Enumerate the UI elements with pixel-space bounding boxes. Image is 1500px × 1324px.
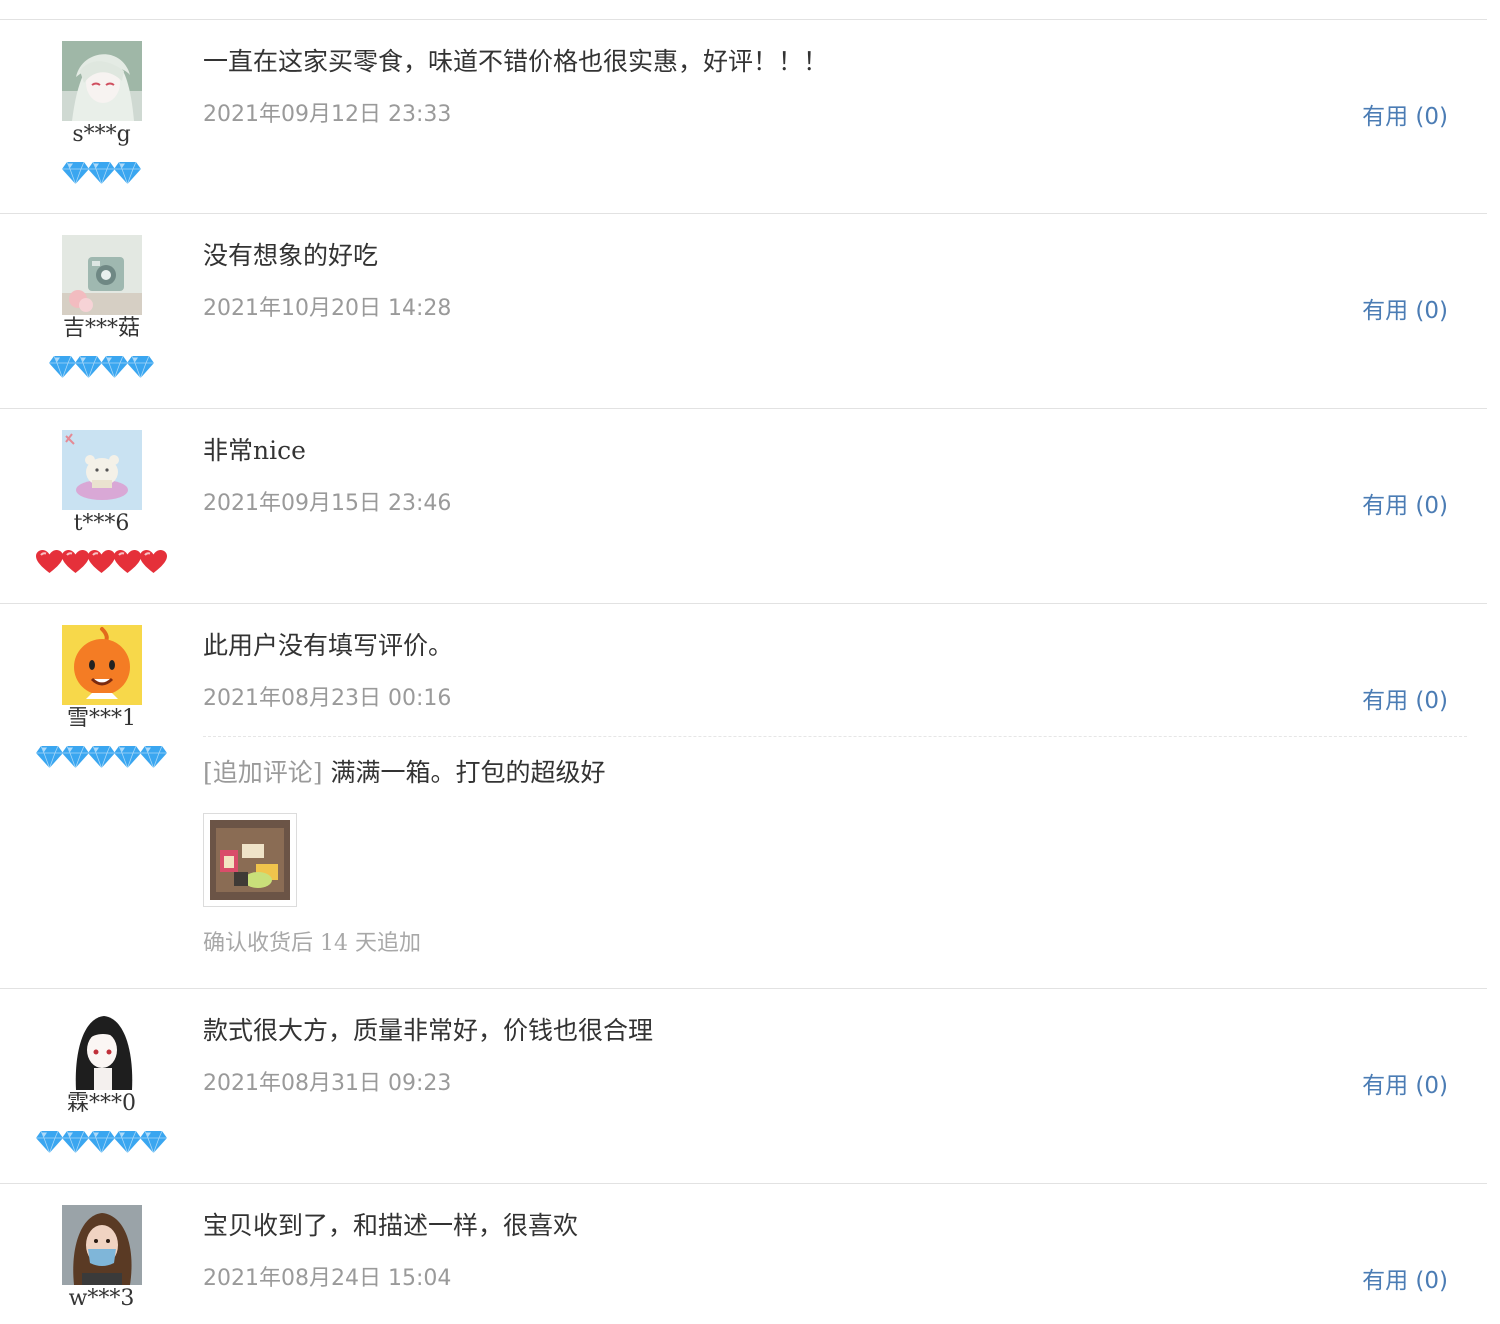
append-divider: [203, 736, 1467, 737]
review-date: 2021年10月20日 14:28: [203, 296, 452, 321]
diamond-icon: [88, 745, 115, 769]
review-text: 宝贝收到了，和描述一样，很喜欢: [203, 1211, 579, 1240]
avatar-image-icon: [62, 430, 142, 510]
diamond-icon: [88, 1130, 115, 1154]
avatar-image-icon: [62, 625, 142, 705]
diamond-icon: [140, 1130, 167, 1154]
review-text: 一直在这家买零食，味道不错价格也很实惠，好评！！！: [203, 47, 829, 76]
review-content: 一直在这家买零食，味道不错价格也很实惠，好评！！！ 2021年09月12日 23…: [203, 44, 1447, 130]
useful-button[interactable]: 有用 (0): [1362, 295, 1448, 327]
user-level-badges: [0, 549, 203, 575]
review-date: 2021年08月31日 09:23: [203, 1071, 452, 1096]
diamond-icon: [49, 355, 76, 379]
diamond-icon: [114, 161, 141, 185]
review-item: t***6 非常nice 2021年09月15日 23:46 有用 (0): [0, 409, 1487, 604]
avatar-image-icon: [62, 41, 142, 121]
user-avatar[interactable]: [62, 1205, 142, 1285]
username: t***6: [73, 511, 130, 536]
review-date: 2021年09月12日 23:33: [203, 102, 452, 127]
review-date: 2021年08月23日 00:16: [203, 686, 452, 711]
review-text: 款式很大方，质量非常好，价钱也很合理: [203, 1016, 654, 1045]
diamond-icon: [101, 355, 128, 379]
diamond-icon: [75, 355, 102, 379]
append-note: 确认收货后 14 天追加: [203, 931, 421, 956]
review-text: 此用户没有填写评价。: [203, 631, 454, 660]
diamond-icon: [114, 1130, 141, 1154]
photo-image-icon: [210, 820, 290, 900]
appended-review: [追加评论] 满满一箱。打包的超级好: [203, 755, 1447, 791]
useful-button[interactable]: 有用 (0): [1362, 685, 1448, 717]
review-item: 雪***1 此用户没有填写评价。 2021年08月23日 00:16 [追加评论…: [0, 604, 1487, 989]
avatar-image-icon: [62, 1010, 142, 1090]
user-avatar[interactable]: [62, 625, 142, 705]
review-photo-thumbnail[interactable]: [203, 813, 297, 907]
diamond-icon: [62, 1130, 89, 1154]
avatar-image-icon: [62, 1205, 142, 1285]
heart-icon: [140, 550, 167, 573]
useful-button[interactable]: 有用 (0): [1362, 101, 1448, 133]
review-text: 非常nice: [203, 436, 306, 465]
review-text: 没有想象的好吃: [203, 241, 379, 270]
useful-button[interactable]: 有用 (0): [1362, 1070, 1448, 1102]
diamond-icon: [36, 745, 63, 769]
diamond-icon: [88, 161, 115, 185]
user-level-badges: [0, 744, 203, 770]
review-item: 吉***菇 没有想象的好吃 2021年10月20日 14:28 有用 (0): [0, 214, 1487, 409]
user-avatar[interactable]: [62, 41, 142, 121]
username: 雪***1: [67, 706, 136, 731]
review-date: 2021年09月15日 23:46: [203, 491, 452, 516]
review-content: 没有想象的好吃 2021年10月20日 14:28: [203, 238, 1447, 324]
review-date: 2021年08月24日 15:04: [203, 1266, 452, 1291]
user-avatar[interactable]: [62, 430, 142, 510]
diamond-icon: [62, 745, 89, 769]
diamond-icon: [127, 355, 154, 379]
avatar-image-icon: [62, 235, 142, 315]
useful-button[interactable]: 有用 (0): [1362, 1265, 1448, 1297]
review-list: s***g 一直在这家买零食，味道不错价格也很实惠，好评！！！ 2021年09月…: [0, 19, 1487, 1324]
review-content: 款式很大方，质量非常好，价钱也很合理 2021年08月31日 09:23: [203, 1013, 1447, 1099]
useful-button[interactable]: 有用 (0): [1362, 490, 1448, 522]
review-content: 此用户没有填写评价。 2021年08月23日 00:16 [追加评论] 满满一箱…: [203, 628, 1467, 959]
diamond-icon: [62, 161, 89, 185]
diamond-icon: [140, 745, 167, 769]
user-level-badges: [0, 354, 203, 380]
review-item: s***g 一直在这家买零食，味道不错价格也很实惠，好评！！！ 2021年09月…: [0, 20, 1487, 214]
review-content: 宝贝收到了，和描述一样，很喜欢 2021年08月24日 15:04: [203, 1208, 1447, 1294]
heart-icon: [88, 550, 115, 573]
username: 霖***0: [67, 1091, 136, 1116]
review-content: 非常nice 2021年09月15日 23:46: [203, 433, 1447, 519]
heart-icon: [62, 550, 89, 573]
username: 吉***菇: [62, 316, 140, 341]
review-item: 霖***0 款式很大方，质量非常好，价钱也很合理 2021年08月31日 09:…: [0, 989, 1487, 1184]
diamond-icon: [114, 745, 141, 769]
diamond-icon: [36, 1130, 63, 1154]
appended-review-text: 满满一箱。打包的超级好: [322, 758, 606, 787]
user-level-badges: [0, 160, 203, 186]
review-item: w***3 宝贝收到了，和描述一样，很喜欢 2021年08月24日 15:04 …: [0, 1184, 1487, 1324]
username: w***3: [68, 1286, 135, 1311]
append-tag: [追加评论]: [203, 758, 323, 787]
user-avatar[interactable]: [62, 1010, 142, 1090]
username: s***g: [72, 122, 131, 147]
user-level-badges: [0, 1129, 203, 1155]
user-avatar[interactable]: [62, 235, 142, 315]
heart-icon: [114, 550, 141, 573]
heart-icon: [36, 550, 63, 573]
